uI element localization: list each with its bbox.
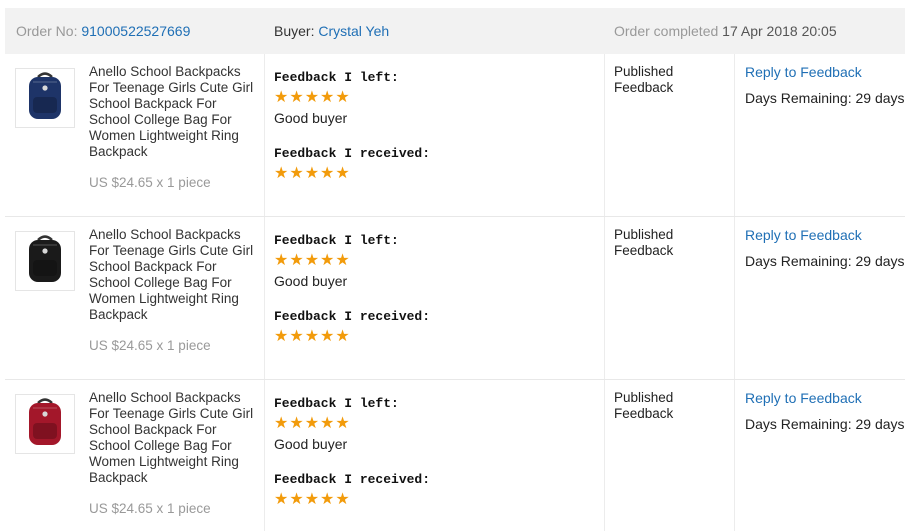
order-header: Order No: 91000522527669 Buyer: Crystal … (5, 8, 905, 54)
buyer-group: Buyer: Crystal Yeh (274, 23, 389, 39)
feedback-left-star-icon: ★ (304, 415, 320, 432)
feedback-left-rating: ★ ★ ★ ★ ★ (274, 253, 350, 269)
feedback-received-label: Feedback I received: (274, 146, 431, 161)
feedback-received-label: Feedback I received: (274, 309, 431, 324)
column-divider (604, 54, 605, 216)
feedback-left-star-icon: ★ (320, 415, 335, 432)
feedback-left-star-icon: ★ (304, 89, 320, 106)
feedback-received-star-icon: ★ (274, 328, 289, 345)
feedback-left-label: Feedback I left: (274, 396, 399, 411)
buyer-label: Buyer: (274, 23, 315, 39)
column-divider (264, 54, 265, 216)
feedback-left-comment: Good buyer (274, 273, 348, 289)
feedback-left-star-icon: ★ (320, 89, 335, 106)
feedback-left-label: Feedback I left: (274, 70, 399, 85)
reply-to-feedback-link[interactable]: Reply to Feedback (745, 227, 862, 243)
feedback-left-star-icon: ★ (320, 252, 335, 269)
product-title-link[interactable]: Anello School Backpacks For Teenage Girl… (89, 390, 259, 486)
feedback-left-star-icon: ★ (335, 252, 350, 269)
feedback-left-label: Feedback I left: (274, 233, 399, 248)
feedback-received-star-icon: ★ (289, 491, 304, 508)
column-divider (264, 217, 265, 379)
feedback-received-star-icon: ★ (289, 328, 304, 345)
order-item-row: Anello School Backpacks For Teenage Girl… (5, 54, 905, 217)
days-remaining: Days Remaining: 29 days (745, 416, 905, 432)
feedback-left-star-icon: ★ (274, 89, 289, 106)
feedback-left-star-icon: ★ (289, 415, 304, 432)
feedback-left-comment: Good buyer (274, 436, 348, 452)
feedback-received-star-icon: ★ (335, 328, 350, 345)
buyer-name-link[interactable]: Crystal Yeh (318, 23, 389, 39)
product-thumbnail[interactable] (15, 394, 75, 454)
reply-to-feedback-link[interactable]: Reply to Feedback (745, 64, 862, 80)
column-divider (734, 54, 735, 216)
feedback-received-star-icon: ★ (304, 328, 320, 345)
feedback-received-star-icon: ★ (320, 491, 335, 508)
column-divider (264, 380, 265, 531)
order-number-link[interactable]: 91000522527669 (81, 23, 190, 39)
order-completed-date: 17 Apr 2018 20:05 (722, 23, 837, 39)
feedback-received-star-icon: ★ (335, 491, 350, 508)
feedback-received-star-icon: ★ (304, 165, 320, 182)
feedback-left-star-icon: ★ (289, 89, 304, 106)
product-price: US $24.65 x 1 piece (89, 338, 211, 353)
feedback-left-comment: Good buyer (274, 110, 348, 126)
feedback-received-star-icon: ★ (320, 328, 335, 345)
feedback-received-star-icon: ★ (335, 165, 350, 182)
backpack-image (21, 232, 69, 291)
column-divider (604, 217, 605, 379)
feedback-status: Published Feedback (614, 390, 674, 421)
order-status-label: Order completed (614, 23, 719, 39)
feedback-received-rating: ★ ★ ★ ★ ★ (274, 492, 350, 508)
feedback-left-star-icon: ★ (289, 252, 304, 269)
order-number-group: Order No: 91000522527669 (16, 23, 190, 39)
product-title-link[interactable]: Anello School Backpacks For Teenage Girl… (89, 64, 259, 160)
feedback-received-star-icon: ★ (274, 165, 289, 182)
feedback-left-star-icon: ★ (274, 415, 289, 432)
feedback-received-rating: ★ ★ ★ ★ ★ (274, 166, 350, 182)
feedback-received-rating: ★ ★ ★ ★ ★ (274, 329, 350, 345)
feedback-status: Published Feedback (614, 64, 674, 95)
feedback-left-rating: ★ ★ ★ ★ ★ (274, 90, 350, 106)
product-title-link[interactable]: Anello School Backpacks For Teenage Girl… (89, 227, 259, 323)
feedback-received-star-icon: ★ (320, 165, 335, 182)
product-price: US $24.65 x 1 piece (89, 175, 211, 190)
product-price: US $24.65 x 1 piece (89, 501, 211, 516)
days-remaining: Days Remaining: 29 days (745, 253, 905, 269)
days-remaining: Days Remaining: 29 days (745, 90, 905, 106)
feedback-received-star-icon: ★ (289, 165, 304, 182)
order-item-row: Anello School Backpacks For Teenage Girl… (5, 217, 905, 380)
feedback-received-label: Feedback I received: (274, 472, 431, 487)
product-thumbnail[interactable] (15, 231, 75, 291)
feedback-left-star-icon: ★ (335, 89, 350, 106)
reply-to-feedback-link[interactable]: Reply to Feedback (745, 390, 862, 406)
feedback-left-star-icon: ★ (274, 252, 289, 269)
column-divider (734, 217, 735, 379)
backpack-image (21, 395, 69, 454)
feedback-received-star-icon: ★ (274, 491, 289, 508)
order-status-group: Order completed 17 Apr 2018 20:05 (614, 23, 837, 39)
column-divider (604, 380, 605, 531)
backpack-image (21, 69, 69, 128)
feedback-received-star-icon: ★ (304, 491, 320, 508)
order-item-row: Anello School Backpacks For Teenage Girl… (5, 380, 905, 531)
feedback-left-star-icon: ★ (335, 415, 350, 432)
feedback-status: Published Feedback (614, 227, 674, 258)
product-thumbnail[interactable] (15, 68, 75, 128)
order-number-label: Order No: (16, 23, 78, 39)
feedback-left-star-icon: ★ (304, 252, 320, 269)
feedback-left-rating: ★ ★ ★ ★ ★ (274, 416, 350, 432)
column-divider (734, 380, 735, 531)
